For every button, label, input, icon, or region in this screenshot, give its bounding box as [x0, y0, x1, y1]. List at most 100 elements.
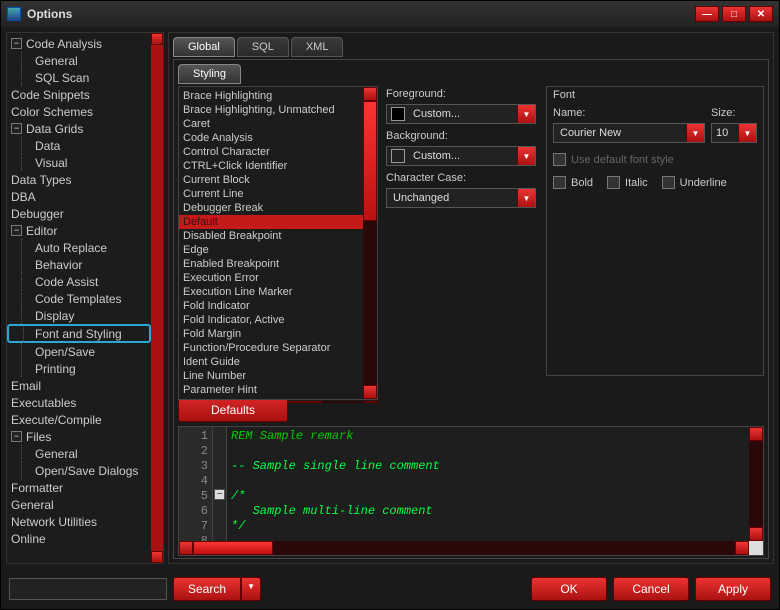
tree-item-behavior[interactable]: Behavior [7, 256, 151, 273]
style-list-item[interactable]: Code Analysis [179, 131, 363, 145]
background-dropdown[interactable]: Custom... ▼ [386, 146, 536, 166]
chevron-down-icon[interactable]: ▼ [517, 147, 535, 165]
preview-hscrollbar[interactable] [179, 541, 763, 555]
tree-item-editor[interactable]: −Editor [7, 222, 151, 239]
search-input[interactable] [9, 578, 167, 600]
tree-item-code-snippets[interactable]: Code Snippets [7, 86, 151, 103]
subtab-styling[interactable]: Styling [178, 64, 241, 84]
tree-item-data-grids[interactable]: −Data Grids [7, 120, 151, 137]
cancel-button[interactable]: Cancel [613, 577, 689, 601]
code-line: */ [231, 519, 745, 534]
tree-item-open-save[interactable]: Open/Save [7, 343, 151, 360]
tree-item-formatter[interactable]: Formatter [7, 479, 151, 496]
search-dropdown-button[interactable]: ▼ [241, 577, 261, 601]
style-list-item[interactable]: Current Line [179, 187, 363, 201]
ok-button[interactable]: OK [531, 577, 607, 601]
tree-item-display[interactable]: Display [7, 307, 151, 324]
app-icon [7, 7, 21, 21]
tree-item-online[interactable]: Online [7, 530, 151, 547]
tree-item-general[interactable]: General [7, 496, 151, 513]
tab-global[interactable]: Global [173, 37, 235, 57]
style-list-item[interactable]: Brace Highlighting [179, 89, 363, 103]
font-group-label: Font [553, 89, 757, 101]
italic-checkbox[interactable]: Italic [607, 176, 648, 189]
style-list-item[interactable]: Ident Guide [179, 355, 363, 369]
tree-expander-icon[interactable]: − [11, 225, 22, 236]
search-button[interactable]: Search [173, 577, 241, 601]
minimize-button[interactable]: — [695, 6, 719, 22]
options-tree[interactable]: −Code AnalysisGeneralSQL ScanCode Snippe… [7, 33, 151, 563]
tree-item-visual[interactable]: Visual [7, 154, 151, 171]
style-list-item[interactable]: Execution Line Marker [179, 285, 363, 299]
tree-item-label: Color Schemes [11, 105, 93, 119]
style-list-item[interactable]: Fold Indicator, Active [179, 313, 363, 327]
tree-item-font-and-styling[interactable]: Font and Styling [7, 324, 151, 343]
tree-item-files[interactable]: −Files [7, 428, 151, 445]
tree-item-execute-compile[interactable]: Execute/Compile [7, 411, 151, 428]
tree-item-data[interactable]: Data [7, 137, 151, 154]
tab-xml[interactable]: XML [291, 37, 344, 57]
style-list-item[interactable]: Execution Error [179, 271, 363, 285]
tree-item-label: Formatter [11, 481, 63, 495]
window-title: Options [27, 7, 695, 21]
tree-item-printing[interactable]: Printing [7, 360, 151, 377]
chevron-down-icon[interactable]: ▼ [738, 124, 756, 142]
apply-button[interactable]: Apply [695, 577, 771, 601]
close-button[interactable]: ✕ [749, 6, 773, 22]
maximize-button[interactable]: □ [722, 6, 746, 22]
tree-item-auto-replace[interactable]: Auto Replace [7, 239, 151, 256]
style-list-item[interactable]: Default [179, 215, 363, 229]
tree-item-general[interactable]: General [7, 52, 151, 69]
tree-item-general[interactable]: General [7, 445, 151, 462]
chevron-down-icon[interactable]: ▼ [517, 105, 535, 123]
style-list-vscrollbar[interactable] [363, 87, 377, 399]
style-list-item[interactable]: Control Character [179, 145, 363, 159]
tree-item-code-assist[interactable]: Code Assist [7, 273, 151, 290]
tree-item-dba[interactable]: DBA [7, 188, 151, 205]
tree-item-color-schemes[interactable]: Color Schemes [7, 103, 151, 120]
fold-indicator-icon[interactable]: − [214, 489, 225, 500]
style-list-item[interactable]: Parameter Hint [179, 383, 363, 397]
tree-item-debugger[interactable]: Debugger [7, 205, 151, 222]
tree-item-network-utilities[interactable]: Network Utilities [7, 513, 151, 530]
tree-scrollbar[interactable] [151, 33, 163, 563]
use-default-font-checkbox[interactable]: Use default font style [553, 153, 757, 166]
tree-item-code-templates[interactable]: Code Templates [7, 290, 151, 307]
bold-checkbox[interactable]: Bold [553, 176, 593, 189]
tree-item-label: Editor [26, 224, 57, 238]
style-list-item[interactable]: Disabled Breakpoint [179, 229, 363, 243]
style-list-item[interactable]: Line Number [179, 369, 363, 383]
tree-expander-icon[interactable]: − [11, 123, 22, 134]
tree-item-data-types[interactable]: Data Types [7, 171, 151, 188]
font-size-dropdown[interactable]: 10 ▼ [711, 123, 757, 143]
style-list-item[interactable]: CTRL+Click Identifier [179, 159, 363, 173]
style-list-item[interactable]: Debugger Break [179, 201, 363, 215]
style-list-item[interactable]: Current Block [179, 173, 363, 187]
style-list-item[interactable]: Function/Procedure Separator [179, 341, 363, 355]
tree-expander-icon[interactable]: − [11, 38, 22, 49]
chevron-down-icon[interactable]: ▼ [686, 124, 704, 142]
tree-item-executables[interactable]: Executables [7, 394, 151, 411]
style-list-item[interactable]: Fold Margin [179, 327, 363, 341]
style-list[interactable]: Brace HighlightingBrace Highlighting, Un… [178, 86, 378, 400]
style-list-item[interactable]: Caret [179, 117, 363, 131]
charcase-dropdown[interactable]: Unchanged ▼ [386, 188, 536, 208]
style-list-item[interactable]: Enabled Breakpoint [179, 257, 363, 271]
style-list-item[interactable]: Edge [179, 243, 363, 257]
tree-item-code-analysis[interactable]: −Code Analysis [7, 35, 151, 52]
chevron-down-icon[interactable]: ▼ [517, 189, 535, 207]
foreground-dropdown[interactable]: Custom... ▼ [386, 104, 536, 124]
font-name-dropdown[interactable]: Courier New ▼ [553, 123, 705, 143]
preview-vscrollbar[interactable] [749, 427, 763, 541]
preview-code[interactable]: REM Sample remark-- Sample single line c… [227, 427, 749, 541]
tree-item-sql-scan[interactable]: SQL Scan [7, 69, 151, 86]
tree-expander-icon[interactable]: − [11, 431, 22, 442]
tree-item-label: Data [35, 139, 60, 153]
tree-item-label: Network Utilities [11, 515, 97, 529]
underline-checkbox[interactable]: Underline [662, 176, 727, 189]
tree-item-open-save-dialogs[interactable]: Open/Save Dialogs [7, 462, 151, 479]
style-list-item[interactable]: Fold Indicator [179, 299, 363, 313]
tree-item-email[interactable]: Email [7, 377, 151, 394]
style-list-item[interactable]: Brace Highlighting, Unmatched [179, 103, 363, 117]
tab-sql[interactable]: SQL [237, 37, 289, 57]
